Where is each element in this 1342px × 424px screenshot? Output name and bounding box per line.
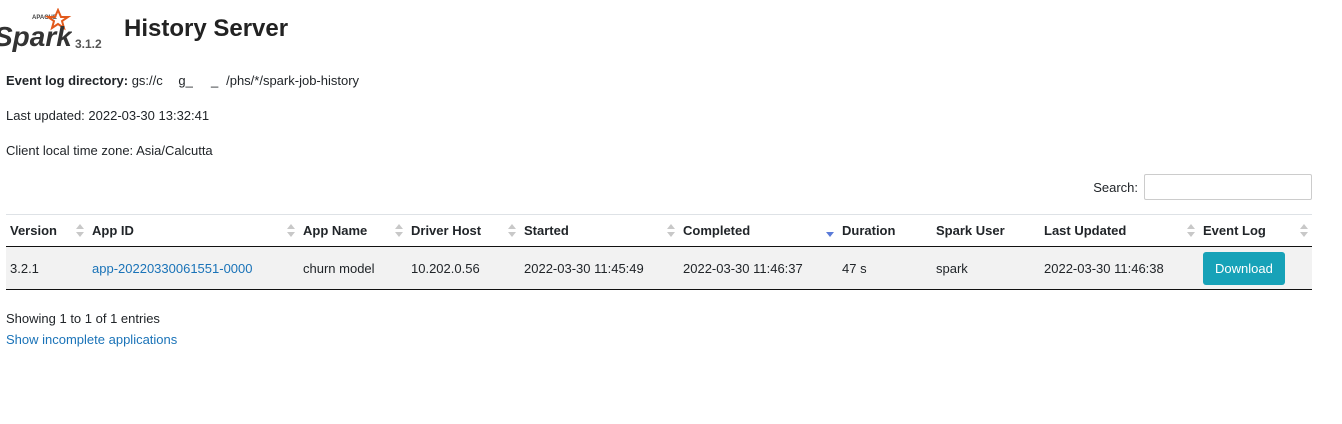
applications-table: Version App ID App Name Driver Host Star… xyxy=(6,214,1312,290)
cell-last-updated: 2022-03-30 11:46:38 xyxy=(1044,260,1164,276)
spark-version: 3.1.2 xyxy=(75,37,102,51)
cell-app-id: app-20220330061551-0000 xyxy=(88,247,299,290)
header: APACHE Spark 3.1.2 History Server xyxy=(0,0,700,60)
page-title: History Server xyxy=(124,15,289,42)
cell-started: 2022-03-30 11:45:49 xyxy=(524,260,644,276)
sort-icon xyxy=(395,224,403,238)
last-updated: Last updated: 2022-03-30 13:32:41 xyxy=(6,108,210,123)
cell-app-name: churn model xyxy=(303,260,375,276)
column-header-version[interactable]: Version xyxy=(6,215,88,247)
sort-desc-icon xyxy=(826,224,834,238)
column-header-event-log[interactable]: Event Log xyxy=(1199,215,1312,247)
cell-version: 3.2.1 xyxy=(10,260,39,276)
cell-event-log: Download xyxy=(1199,247,1312,290)
entries-info: Showing 1 to 1 of 1 entries xyxy=(6,311,160,326)
show-incomplete-link[interactable]: Show incomplete applications xyxy=(6,332,177,347)
sort-icon xyxy=(76,224,84,238)
column-header-driver-host[interactable]: Driver Host xyxy=(407,215,520,247)
column-header-last-updated[interactable]: Last Updated xyxy=(1040,215,1199,247)
column-header-app-name[interactable]: App Name xyxy=(299,215,407,247)
search-label: Search: xyxy=(1093,179,1138,195)
app-id-link[interactable]: app-20220330061551-0000 xyxy=(92,261,253,276)
column-header-duration[interactable]: Duration xyxy=(838,215,932,247)
sort-icon xyxy=(1187,224,1195,238)
search-input[interactable] xyxy=(1144,174,1312,200)
cell-driver-host: 10.202.0.56 xyxy=(411,260,480,276)
cell-duration: 47 s xyxy=(842,260,867,276)
sort-icon xyxy=(1300,224,1308,238)
table-row: 3.2.1 app-20220330061551-0000 churn mode… xyxy=(6,246,1312,290)
event-log-directory: Event log directory: gs://c g_ _ /phs/*/… xyxy=(6,73,359,88)
sort-icon xyxy=(508,224,516,238)
column-header-completed[interactable]: Completed xyxy=(679,215,838,247)
event-log-value: gs://c g_ _ /phs/*/spark-job-history xyxy=(131,73,360,88)
table-header-row: Version App ID App Name Driver Host Star… xyxy=(6,214,1312,247)
search-box: Search: xyxy=(1093,174,1312,200)
column-header-spark-user[interactable]: Spark User xyxy=(932,215,1040,247)
column-header-app-id[interactable]: App ID xyxy=(88,215,299,247)
download-button[interactable]: Download xyxy=(1203,251,1285,285)
sort-icon xyxy=(667,224,675,238)
column-header-started[interactable]: Started xyxy=(520,215,679,247)
logo-word: Spark xyxy=(0,21,72,52)
sort-icon xyxy=(287,224,295,238)
cell-spark-user: spark xyxy=(936,260,968,276)
cell-completed: 2022-03-30 11:46:37 xyxy=(683,260,803,276)
spark-logo[interactable]: APACHE Spark xyxy=(0,8,72,52)
event-log-label: Event log directory: xyxy=(6,73,129,88)
client-timezone: Client local time zone: Asia/Calcutta xyxy=(6,143,213,158)
